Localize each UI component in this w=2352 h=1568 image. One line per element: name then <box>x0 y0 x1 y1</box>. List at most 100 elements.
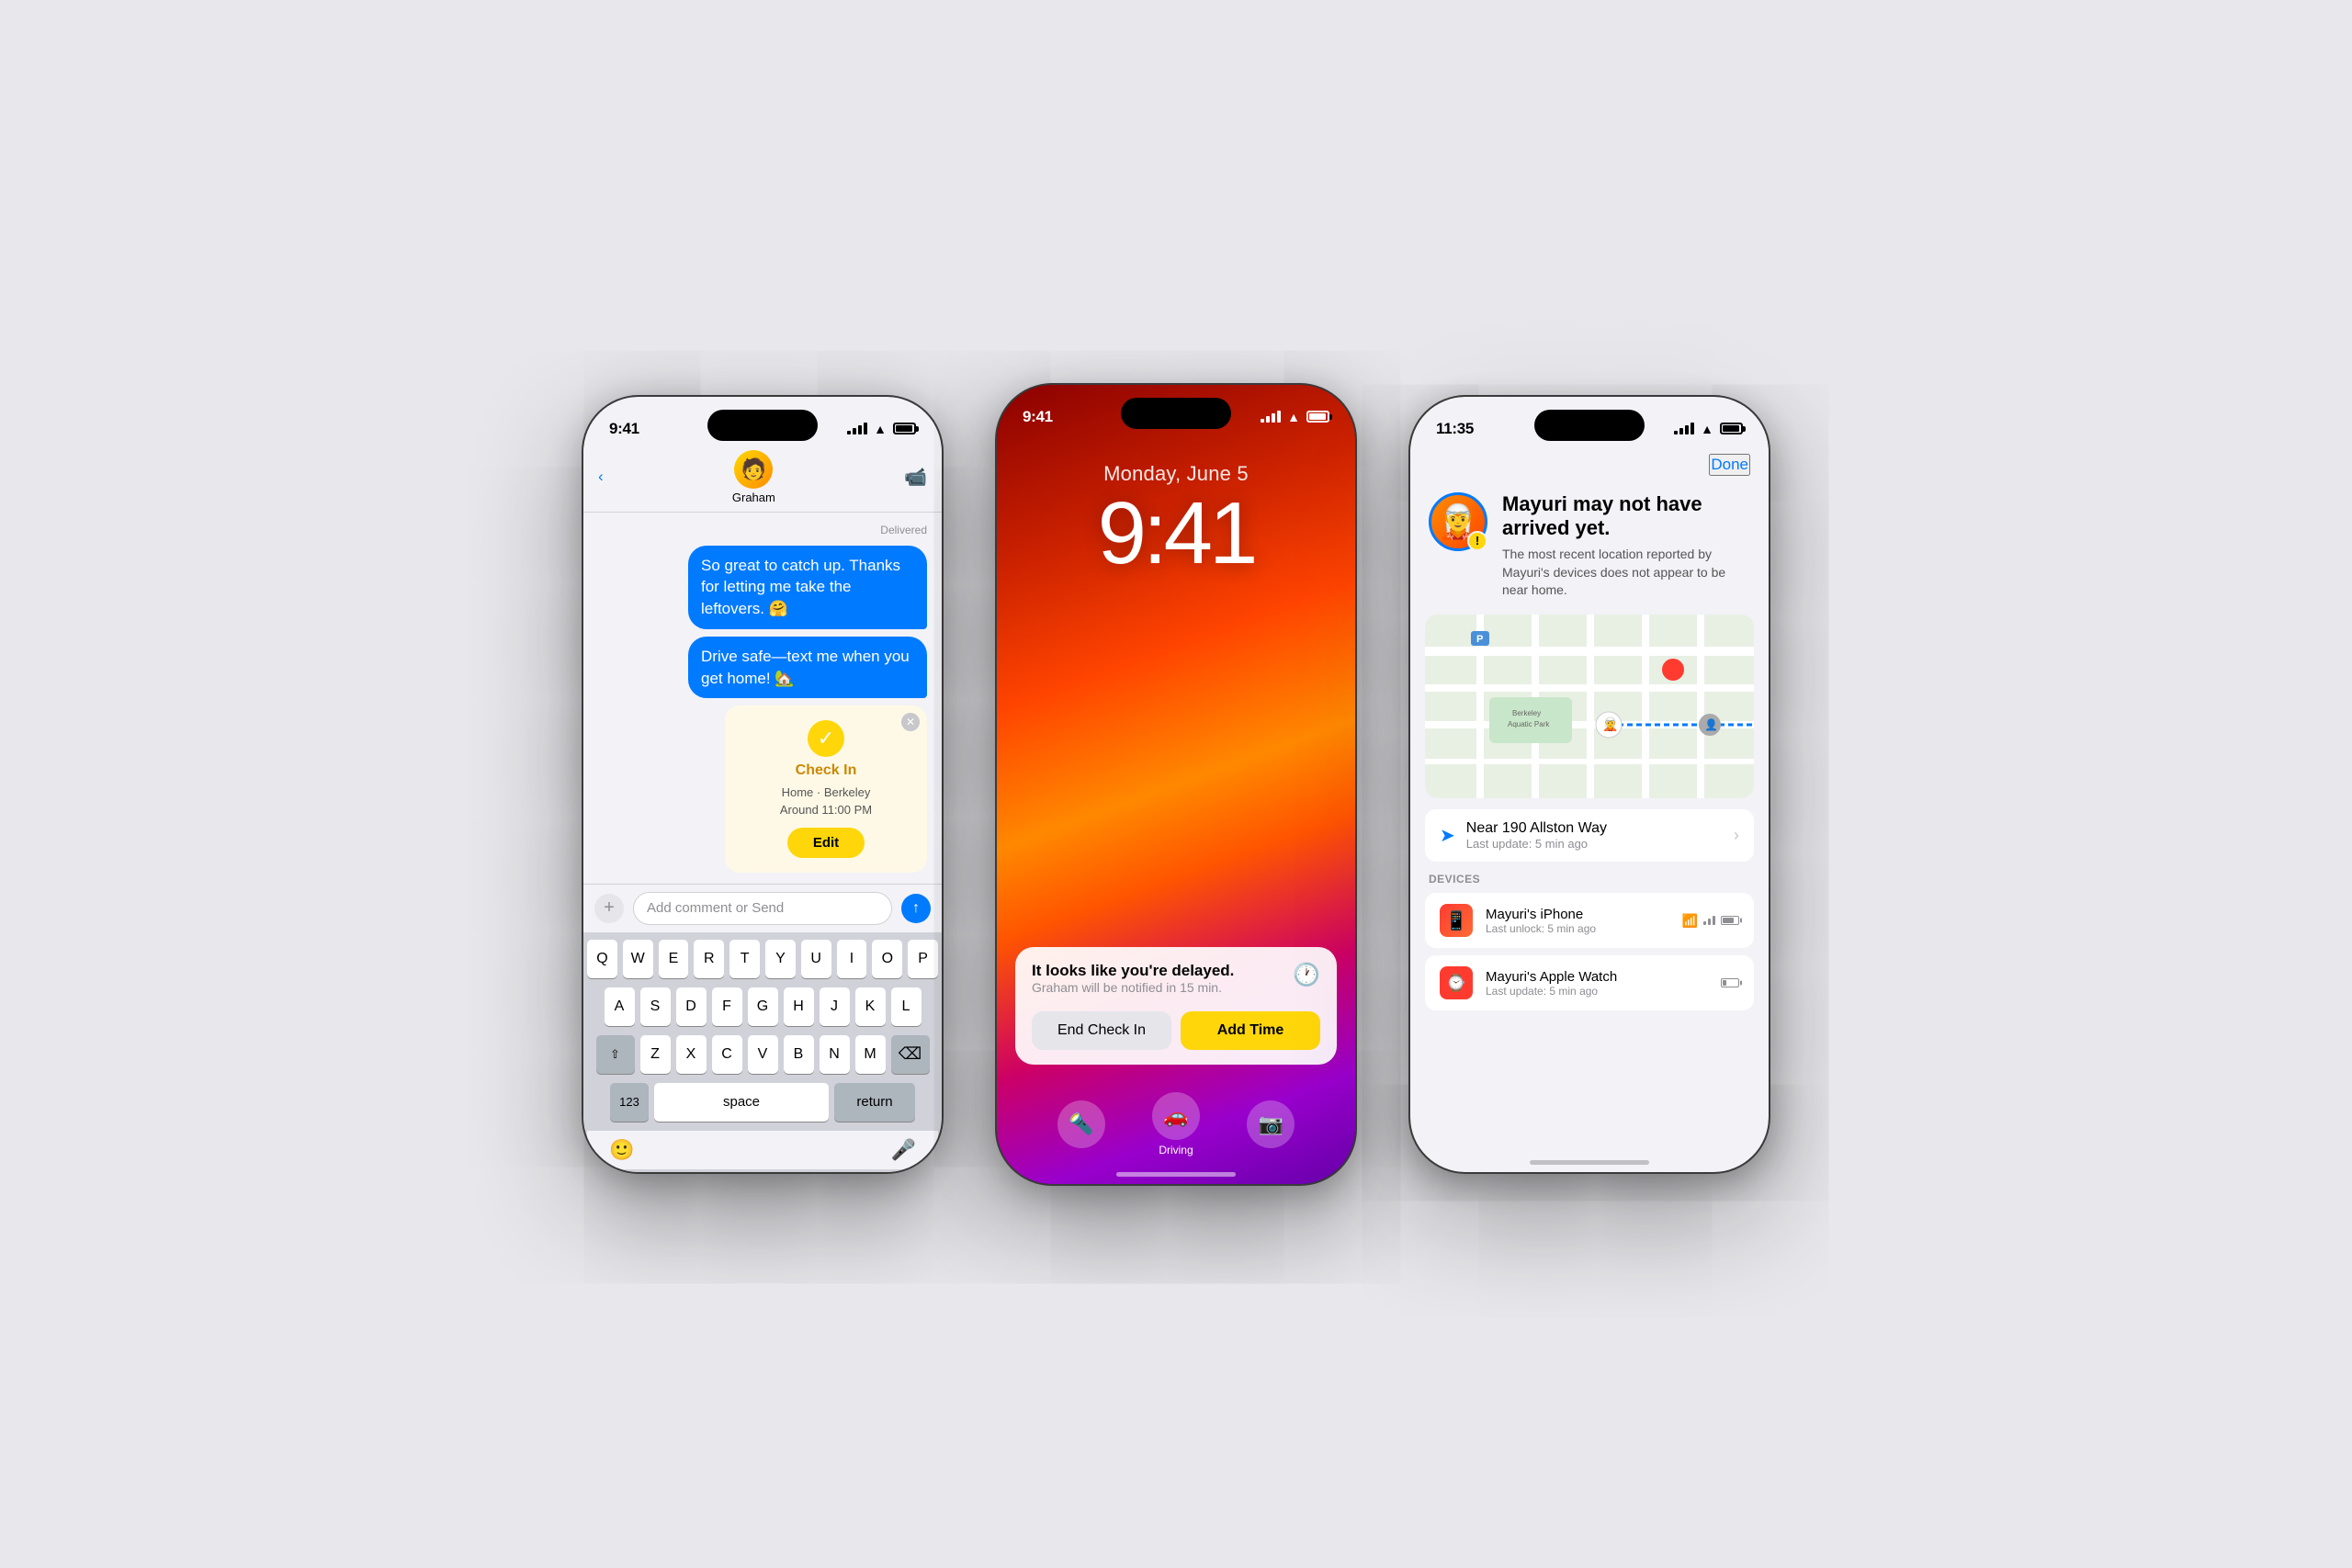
key-s[interactable]: S <box>640 987 671 1026</box>
key-m[interactable]: M <box>855 1035 886 1074</box>
location-card[interactable]: ➤ Near 190 Allston Way Last update: 5 mi… <box>1425 809 1754 862</box>
dynamic-island-3 <box>1534 410 1645 441</box>
flashlight-button[interactable]: 🔦 <box>1057 1100 1105 1148</box>
iphone-battery <box>1721 916 1739 925</box>
key-f[interactable]: F <box>712 987 742 1026</box>
key-h[interactable]: H <box>784 987 814 1026</box>
status-icons-1: ▲ <box>847 422 916 436</box>
key-k[interactable]: K <box>855 987 886 1026</box>
svg-text:Aquatic Park: Aquatic Park <box>1508 720 1550 728</box>
signal-bar-1 <box>847 431 851 434</box>
key-numbers[interactable]: 123 <box>610 1083 649 1122</box>
devices-label: DEVICES <box>1425 873 1754 886</box>
location-info: Near 190 Allston Way Last update: 5 min … <box>1466 820 1607 851</box>
contact-header: 🧑 Graham <box>732 450 775 504</box>
contact-avatar: 🧑 <box>734 450 773 489</box>
back-button[interactable]: ‹ <box>598 468 604 486</box>
key-u[interactable]: U <box>801 940 831 978</box>
lock-time: 9:41 <box>997 490 1355 578</box>
wifi-icon-1: ▲ <box>874 422 887 436</box>
svg-text:Berkeley: Berkeley <box>1512 709 1541 717</box>
add-time-button[interactable]: Add Time <box>1181 1011 1320 1050</box>
video-call-button[interactable]: 📹 <box>904 466 927 489</box>
delayed-title: It looks like you're delayed. Graham wil… <box>1032 962 1234 1008</box>
key-c[interactable]: C <box>712 1035 742 1074</box>
signal-bar-4 <box>864 423 867 434</box>
key-q[interactable]: Q <box>587 940 617 978</box>
checkin-edit-button[interactable]: Edit <box>787 828 865 858</box>
watch-info: Mayuri's Apple Watch Last update: 5 min … <box>1486 969 1708 998</box>
cell-bar-2 <box>1708 919 1711 925</box>
driving-icon[interactable]: 🚗 <box>1152 1092 1200 1140</box>
lock-wifi-icon: ▲ <box>1287 410 1300 424</box>
key-w[interactable]: W <box>623 940 653 978</box>
key-y[interactable]: Y <box>765 940 796 978</box>
map-svg: Berkeley Aquatic Park 🧝 👤 P <box>1425 615 1754 798</box>
contact-name: Graham <box>732 491 775 504</box>
keyboard-bottom-bar: 🙂 🎤 <box>587 1131 938 1169</box>
key-r[interactable]: R <box>694 940 724 978</box>
key-v[interactable]: V <box>748 1035 778 1074</box>
key-t[interactable]: T <box>729 940 760 978</box>
lock-signal-bar-4 <box>1277 411 1281 423</box>
home-indicator-3 <box>1530 1160 1649 1165</box>
key-i[interactable]: I <box>837 940 867 978</box>
send-button[interactable]: ↑ <box>901 894 931 923</box>
device-card-watch: ⌚ Mayuri's Apple Watch Last update: 5 mi… <box>1425 955 1754 1010</box>
location-arrow-icon: ➤ <box>1440 824 1455 847</box>
dynamic-island-2 <box>1121 398 1231 429</box>
camera-button[interactable]: 📷 <box>1247 1100 1295 1148</box>
cell-bar-3 <box>1713 916 1715 925</box>
key-space[interactable]: space <box>654 1083 829 1122</box>
key-x[interactable]: X <box>676 1035 707 1074</box>
microphone-icon[interactable]: 🎤 <box>891 1138 916 1162</box>
checkin-close-button[interactable]: ✕ <box>901 713 920 731</box>
key-b[interactable]: B <box>784 1035 814 1074</box>
key-j[interactable]: J <box>820 987 850 1026</box>
chat-area: Delivered So great to catch up. Thanks f… <box>583 513 942 884</box>
lock-battery-fill <box>1309 413 1326 420</box>
delivered-label: Delivered <box>598 524 927 536</box>
location-left: ➤ Near 190 Allston Way Last update: 5 mi… <box>1440 820 1607 851</box>
iphone-wifi-icon: 📶 <box>1682 913 1698 929</box>
map-container: Berkeley Aquatic Park 🧝 👤 P <box>1425 615 1754 798</box>
watch-battery-fill <box>1723 980 1726 986</box>
key-return[interactable]: return <box>834 1083 915 1122</box>
done-button[interactable]: Done <box>1709 454 1750 476</box>
key-a[interactable]: A <box>605 987 635 1026</box>
keyboard: Q W E R T Y U I O P A S D F G H <box>583 932 942 1172</box>
add-attachment-button[interactable]: + <box>594 894 624 923</box>
watch-battery <box>1721 978 1739 987</box>
mayuri-text: Mayuri may not have arrived yet. The mos… <box>1502 492 1750 601</box>
location-update: Last update: 5 min ago <box>1466 837 1607 851</box>
key-z[interactable]: Z <box>640 1035 671 1074</box>
lock-date: Monday, June 5 <box>997 462 1355 486</box>
signal-bar-3 <box>858 425 862 434</box>
end-checkin-button[interactable]: End Check In <box>1032 1011 1171 1050</box>
message-input[interactable]: Add comment or Send <box>633 892 892 925</box>
emoji-icon[interactable]: 🙂 <box>609 1138 634 1162</box>
signal-bar-3-4 <box>1690 423 1694 434</box>
key-p[interactable]: P <box>908 940 938 978</box>
iphone-icon: 📱 <box>1440 904 1473 937</box>
home-indicator-2 <box>1116 1172 1236 1177</box>
keyboard-row-3: ⇧ Z X C V B N M ⌫ <box>587 1035 938 1074</box>
key-n[interactable]: N <box>820 1035 850 1074</box>
iphone-update: Last unlock: 5 min ago <box>1486 922 1669 935</box>
key-delete[interactable]: ⌫ <box>891 1035 930 1074</box>
warning-badge: ! <box>1467 531 1487 551</box>
device-card-iphone: 📱 Mayuri's iPhone Last unlock: 5 min ago… <box>1425 893 1754 948</box>
key-l[interactable]: L <box>891 987 922 1026</box>
delayed-header: It looks like you're delayed. Graham wil… <box>1032 962 1320 1008</box>
key-o[interactable]: O <box>872 940 902 978</box>
mayuri-avatar-wrap: 🧝 ! <box>1429 492 1487 551</box>
driving-mode: 🚗 Driving <box>1152 1092 1200 1156</box>
status-time-1: 9:41 <box>609 420 639 438</box>
key-shift[interactable]: ⇧ <box>596 1035 635 1074</box>
key-g[interactable]: G <box>748 987 778 1026</box>
key-e[interactable]: E <box>659 940 689 978</box>
watch-update: Last update: 5 min ago <box>1486 985 1708 998</box>
lock-signal-bar-1 <box>1261 419 1264 423</box>
key-d[interactable]: D <box>676 987 707 1026</box>
signal-bar-3-1 <box>1674 431 1678 434</box>
